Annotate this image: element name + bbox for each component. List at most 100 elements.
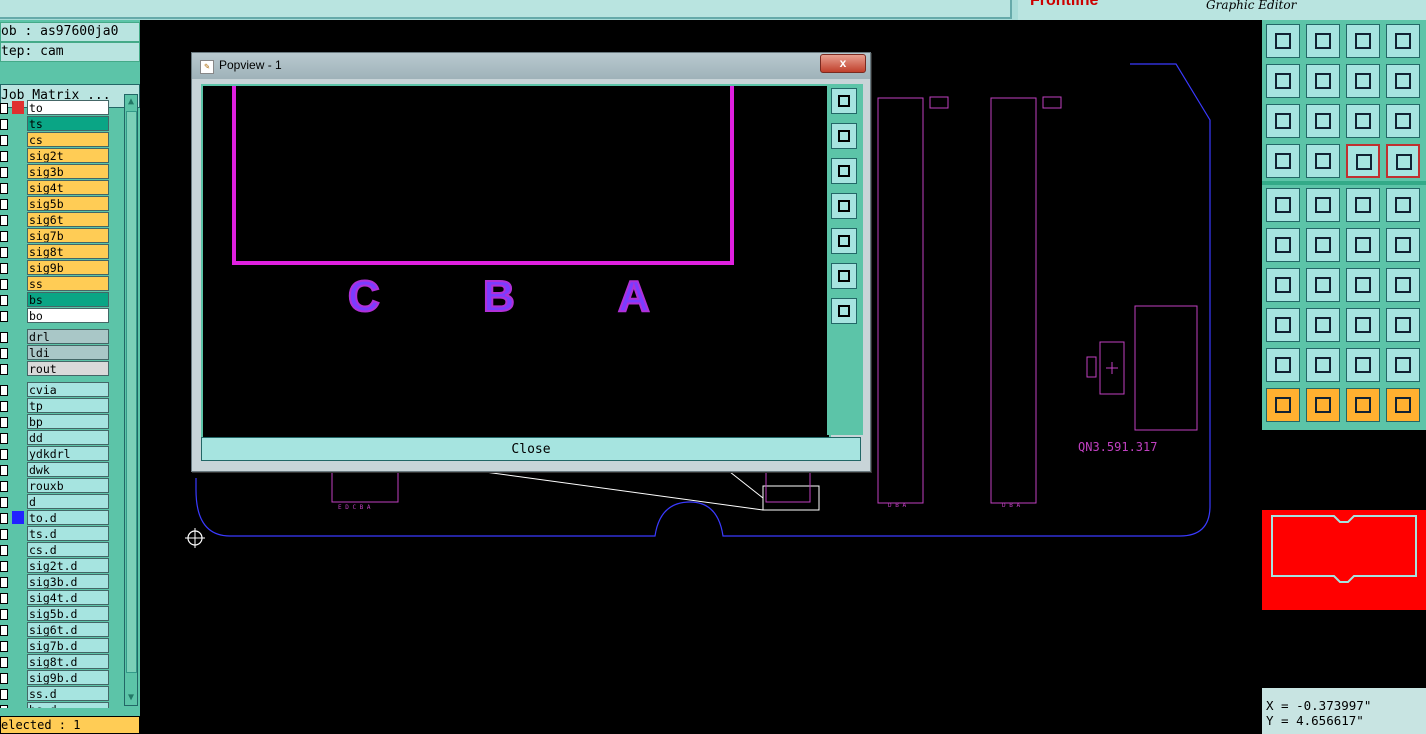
layer-row[interactable]: bs (0, 292, 112, 307)
close-button[interactable]: Close (201, 437, 861, 461)
layer-row[interactable]: ts.d (0, 526, 112, 541)
layer-name[interactable]: sig7b.d (27, 638, 109, 653)
layer-name[interactable]: to (27, 100, 109, 115)
select-box-icon[interactable] (1306, 388, 1340, 422)
layer-row[interactable]: sig4t.d (0, 590, 112, 605)
layer-row[interactable]: cs.d (0, 542, 112, 557)
snap-icon[interactable] (1346, 144, 1380, 178)
layer-row[interactable]: ss.d (0, 686, 112, 701)
line-icon[interactable] (1306, 308, 1340, 342)
probe-icon[interactable] (1386, 228, 1420, 262)
layer-row[interactable]: sig8t.d (0, 654, 112, 669)
paste-layer-icon[interactable] (1306, 24, 1340, 58)
layer-row[interactable]: sig8t (0, 244, 112, 259)
layer-checkbox[interactable] (0, 263, 8, 274)
layer-checkbox[interactable] (0, 311, 8, 322)
layer-name[interactable]: rout (27, 361, 109, 376)
layer-checkbox[interactable] (0, 151, 8, 162)
delete-icon[interactable] (1306, 228, 1340, 262)
layer-name[interactable]: rouxb (27, 478, 109, 493)
layer-checkbox[interactable] (0, 657, 8, 668)
layer-row[interactable]: sig6t (0, 212, 112, 227)
layer-name[interactable]: ldi (27, 345, 109, 360)
popview-title-bar[interactable]: ✎ Popview - 1 (192, 53, 870, 79)
layer-checkbox[interactable] (0, 167, 8, 178)
feature-icon[interactable] (1346, 308, 1380, 342)
layer-checkbox[interactable] (0, 279, 8, 290)
layer-row[interactable]: sig7b.d (0, 638, 112, 653)
popview-dialog[interactable]: ✎ Popview - 1 x C B A Close (191, 52, 871, 472)
layer-row[interactable]: sig7b (0, 228, 112, 243)
triangle-icon[interactable] (1266, 348, 1300, 382)
help-icon[interactable] (1386, 104, 1420, 138)
layer-name[interactable]: cs (27, 132, 109, 147)
layer-row[interactable]: drl (0, 329, 112, 344)
layer-checkbox[interactable] (0, 689, 8, 700)
layer-row[interactable]: sig2t.d (0, 558, 112, 573)
layer-name[interactable]: sig4t (27, 180, 109, 195)
layer-checkbox[interactable] (0, 295, 8, 306)
layer-name[interactable]: ydkdrl (27, 446, 109, 461)
layer-checkbox[interactable] (0, 364, 8, 375)
layer-row[interactable]: sig9b.d (0, 670, 112, 685)
layer-row[interactable]: cs (0, 132, 112, 147)
circle-icon[interactable] (1386, 188, 1420, 222)
measure-icon[interactable] (1346, 188, 1380, 222)
layer-checkbox[interactable] (0, 481, 8, 492)
layer-checkbox[interactable] (0, 332, 8, 343)
layer-row[interactable]: bo (0, 308, 112, 323)
pan-left-icon[interactable] (831, 193, 857, 219)
layer-name[interactable]: sig5b.d (27, 606, 109, 621)
layer-row[interactable]: to.d (0, 510, 112, 525)
copy-layer-icon[interactable] (1266, 24, 1300, 58)
window-icon[interactable] (1386, 24, 1420, 58)
layer-name[interactable]: sig6t.d (27, 622, 109, 637)
layer-checkbox[interactable] (0, 449, 8, 460)
layer-checkbox[interactable] (0, 119, 8, 130)
layer-name[interactable]: sig2t (27, 148, 109, 163)
layer-row[interactable]: rouxb (0, 478, 112, 493)
add-line-icon[interactable] (1306, 188, 1340, 222)
zoom-fit-icon[interactable] (831, 88, 857, 114)
layer-row[interactable]: sig5b (0, 196, 112, 211)
layer-name[interactable]: sig6t (27, 212, 109, 227)
move-left-icon[interactable] (1266, 64, 1300, 98)
layer-row[interactable]: bp (0, 414, 112, 429)
layer-checkbox[interactable] (0, 247, 8, 258)
layer-checkbox[interactable] (0, 103, 8, 114)
connect-icon[interactable] (1266, 228, 1300, 262)
layer-name[interactable]: ss.d (27, 686, 109, 701)
point-icon[interactable] (1346, 228, 1380, 262)
layer-name[interactable]: bs (27, 292, 109, 307)
layer-name[interactable]: sig2t.d (27, 558, 109, 573)
layer-checkbox[interactable] (0, 348, 8, 359)
zoom-in-icon[interactable] (831, 263, 857, 289)
layer-name[interactable]: bs.d (27, 702, 109, 708)
layer-row[interactable]: ydkdrl (0, 446, 112, 461)
add-pad-icon[interactable] (1266, 188, 1300, 222)
pan-down-icon[interactable] (831, 158, 857, 184)
layer-name[interactable]: ss (27, 276, 109, 291)
layer-checkbox[interactable] (0, 641, 8, 652)
layer-checkbox[interactable] (0, 513, 8, 524)
layer-name[interactable]: sig7b (27, 228, 109, 243)
move-right-icon[interactable] (1306, 64, 1340, 98)
layer-checkbox[interactable] (0, 465, 8, 476)
layer-row[interactable]: dd (0, 430, 112, 445)
group-icon[interactable] (1386, 308, 1420, 342)
ratio-icon[interactable] (1346, 104, 1380, 138)
arc3-icon[interactable] (1386, 348, 1420, 382)
layer-checkbox[interactable] (0, 215, 8, 226)
layer-name[interactable]: sig9b (27, 260, 109, 275)
zoom-out-icon[interactable] (831, 298, 857, 324)
layer-name[interactable]: cs.d (27, 542, 109, 557)
zoom-fit-icon[interactable] (1266, 104, 1300, 138)
board-overview[interactable] (1262, 510, 1426, 610)
layer-name[interactable]: ts (27, 116, 109, 131)
layer-checkbox[interactable] (0, 417, 8, 428)
slash-icon[interactable] (1306, 268, 1340, 302)
layer-checkbox[interactable] (0, 577, 8, 588)
layer-checkbox[interactable] (0, 433, 8, 444)
layer-row[interactable]: sig4t (0, 180, 112, 195)
home-icon[interactable] (1346, 24, 1380, 58)
